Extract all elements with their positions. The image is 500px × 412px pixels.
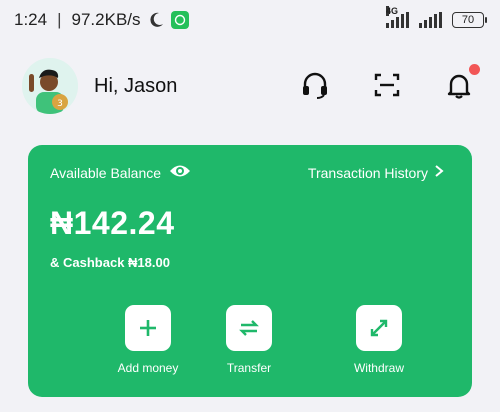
status-left: 1:24 | 97.2KB/s (14, 10, 189, 30)
headset-icon[interactable] (298, 68, 332, 102)
battery-icon: 70 (452, 12, 487, 28)
transfer-button[interactable]: Transfer (199, 305, 299, 375)
available-balance: Available Balance (50, 163, 191, 182)
moon-icon (147, 11, 165, 29)
header-icons (298, 64, 480, 102)
balance-card: Available Balance Transaction History ₦1… (28, 145, 472, 397)
greeting: Hi, Jason (94, 74, 178, 97)
avatar[interactable]: 3 (22, 58, 78, 114)
card-top: Available Balance Transaction History (50, 163, 444, 182)
transaction-history-label: Transaction History (307, 164, 428, 181)
scan-icon[interactable] (370, 68, 404, 102)
transfer-label: Transfer (226, 361, 272, 375)
cashback-amount: & Cashback ₦18.00 (50, 255, 170, 270)
network-type-label: 4G (386, 6, 399, 16)
header: 3 Hi, Jason (22, 56, 482, 116)
expand-icon[interactable] (356, 305, 402, 351)
plus-icon[interactable] (125, 305, 171, 351)
signal-4g-icon: 4G (386, 6, 409, 28)
transfer-icon[interactable] (226, 305, 272, 351)
signal-icon (419, 12, 442, 28)
status-right: 4G 70 (386, 6, 487, 28)
withdraw-button[interactable]: Withdraw (329, 305, 429, 375)
transaction-history-link[interactable]: Transaction History (308, 164, 444, 181)
add-money-button[interactable]: Add money (98, 305, 198, 375)
status-time: 1:24 (14, 10, 48, 29)
status-bar: 1:24 | 97.2KB/s 4G 70 (0, 0, 500, 40)
balance-amount: ₦142.24 (50, 205, 175, 241)
eye-icon[interactable] (169, 163, 191, 182)
network-speed: 97.2KB/s (71, 10, 141, 29)
notification-dot (469, 64, 480, 75)
chevron-right-icon (434, 164, 444, 181)
whatsapp-icon (170, 11, 189, 29)
battery-level: 70 (461, 14, 475, 26)
status-separator: | (57, 10, 62, 29)
add-money-label: Add money (117, 361, 179, 375)
svg-text:3: 3 (57, 99, 63, 109)
available-balance-label: Available Balance (50, 164, 162, 181)
withdraw-label: Withdraw (353, 361, 404, 375)
bell-icon[interactable] (442, 64, 480, 102)
